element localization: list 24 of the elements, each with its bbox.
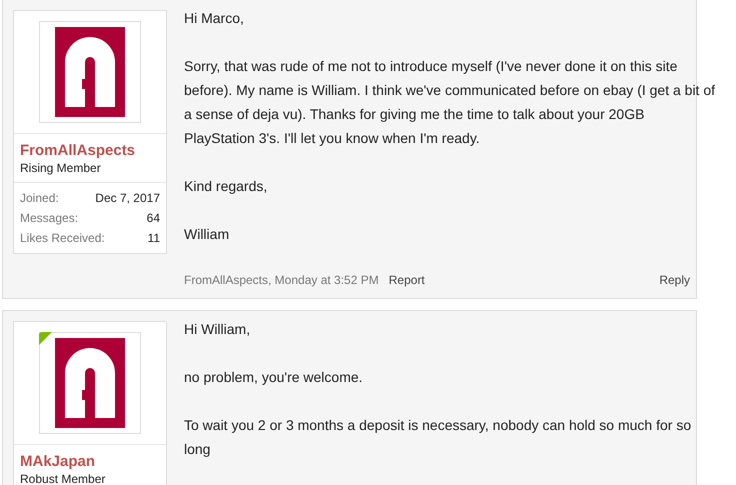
username-link[interactable]: MAkJapan [20, 452, 160, 471]
avatar[interactable] [39, 332, 141, 434]
message-paragraph: Kind regards, [184, 177, 268, 196]
message-paragraph: To wait you 2 or 3 months a deposit is necessary, nobody can hold so much for so long [184, 416, 692, 459]
user-title: Robust Member [20, 471, 106, 485]
reply-link[interactable]: Reply [659, 272, 690, 288]
avatar-logo-icon [55, 338, 125, 428]
post-meta: FromAllAspects, Monday at 3:52 PM [184, 272, 379, 288]
stat-value: Dec 7, 2017 [95, 190, 160, 207]
report-link[interactable]: Report [388, 272, 425, 288]
message-paragraph: Hi William, [184, 320, 252, 339]
stat-label: Messages: [20, 210, 78, 227]
username-link[interactable]: FromAllAspects [20, 141, 160, 160]
stat-label: Joined: [20, 190, 59, 207]
message-paragraph: William [184, 225, 230, 244]
stat-value: 11 [148, 230, 160, 247]
avatar[interactable] [39, 21, 141, 123]
message-paragraph: Sorry, that was rude of me not to introduce myself (I've never done it on this site before). My name is William. I think we've communicated before on ebay (I get a bit of a sense of deja vu). Thanks for giving me the time to talk about your 20GB PlayStation 3's. I'll let you know when I'm ready. [184, 57, 716, 148]
message-paragraph: Hi Marco, [184, 9, 245, 28]
message-paragraph: no problem, you're welcome. [184, 368, 364, 387]
avatar-logo-icon [55, 27, 125, 117]
user-title: Rising Member [20, 160, 102, 176]
stat-label: Likes Received: [20, 230, 105, 247]
stat-value: 64 [146, 210, 160, 227]
